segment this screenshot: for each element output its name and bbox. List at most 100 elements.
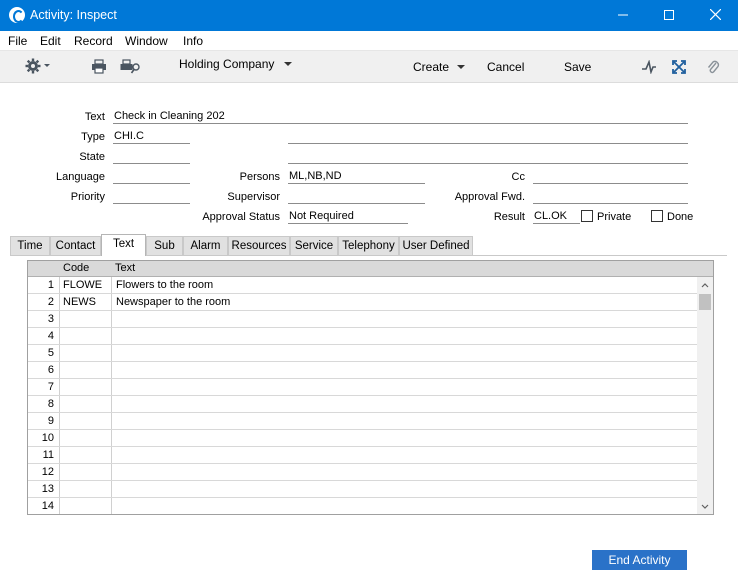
chevron-up-icon	[701, 283, 709, 288]
approval-status-label: Approval Status	[202, 211, 280, 223]
window-title: Activity: Inspect	[30, 8, 117, 22]
state-description-field[interactable]	[288, 150, 688, 164]
tab-time[interactable]: Time	[10, 236, 50, 255]
end-activity-button[interactable]: End Activity	[592, 550, 687, 570]
activity-graph-button[interactable]	[641, 59, 657, 77]
close-button[interactable]	[692, 0, 738, 31]
table-row[interactable]: 8	[28, 396, 697, 413]
menu-record[interactable]: Record	[74, 34, 113, 48]
table-row[interactable]: 12	[28, 464, 697, 481]
text-column-header[interactable]: Text	[115, 262, 135, 274]
tab-alarm[interactable]: Alarm	[183, 236, 228, 255]
row-number: 8	[47, 398, 54, 410]
menu-edit[interactable]: Edit	[40, 34, 61, 48]
menu-info[interactable]: Info	[183, 34, 203, 48]
row-number: 7	[47, 381, 54, 393]
chevron-down-icon	[457, 65, 466, 69]
language-field[interactable]	[113, 170, 190, 184]
approval-fwd-label: Approval Fwd.	[454, 191, 525, 203]
table-row[interactable]: 5	[28, 345, 697, 362]
row-number: 2	[47, 296, 54, 308]
scroll-up-button[interactable]	[697, 277, 713, 293]
chevron-down-icon	[283, 62, 292, 66]
table-row[interactable]: 11	[28, 447, 697, 464]
pulse-icon	[642, 59, 656, 75]
vertical-scrollbar[interactable]	[697, 277, 713, 514]
result-label: Result	[493, 211, 525, 223]
type-label: Type	[81, 131, 105, 143]
expand-icon	[672, 60, 686, 74]
menu-window[interactable]: Window	[125, 34, 168, 48]
maximize-button[interactable]	[646, 0, 692, 31]
approval-status-field[interactable]: Not Required	[288, 210, 408, 224]
tab-resources[interactable]: Resources	[228, 236, 290, 255]
activity-window: Activity: Inspect File Edit Record Windo…	[0, 0, 738, 586]
cc-field[interactable]	[533, 170, 688, 184]
state-field[interactable]	[113, 150, 190, 164]
tab-telephony[interactable]: Telephony	[338, 236, 399, 255]
row-text[interactable]: Newspaper to the room	[116, 296, 230, 308]
settings-button[interactable]	[25, 58, 51, 77]
company-label: Holding Company	[179, 57, 275, 71]
table-row[interactable]: 2 NEWS Newspaper to the room	[28, 294, 697, 311]
table-row[interactable]: 14	[28, 498, 697, 514]
menu-file[interactable]: File	[8, 34, 27, 48]
row-number: 1	[47, 279, 54, 291]
attachment-button[interactable]	[706, 59, 720, 78]
supervisor-field[interactable]	[288, 190, 425, 204]
print-button[interactable]	[91, 59, 107, 77]
minimize-button[interactable]	[600, 0, 646, 31]
close-icon	[709, 8, 721, 21]
text-field[interactable]: Check in Cleaning 202	[113, 110, 688, 124]
grid-header: Code Text	[28, 261, 713, 277]
cc-label: Cc	[511, 171, 525, 183]
toolbar: Holding Company Create Cancel Save	[0, 51, 738, 83]
type-description-field[interactable]	[288, 130, 688, 144]
state-label: State	[79, 151, 105, 163]
minimize-icon	[618, 14, 628, 16]
table-row[interactable]: 3	[28, 311, 697, 328]
persons-field[interactable]: ML,NB,ND	[288, 170, 425, 184]
paperclip-icon	[707, 60, 720, 74]
code-column-header[interactable]: Code	[63, 262, 89, 274]
approval-fwd-field[interactable]	[533, 190, 688, 204]
language-label: Language	[56, 171, 105, 183]
tab-user-defined[interactable]: User Defined	[399, 236, 473, 255]
result-field[interactable]: CL.OK	[533, 210, 580, 224]
create-label: Create	[413, 60, 450, 74]
create-button[interactable]: Create	[413, 60, 466, 74]
row-text[interactable]: Flowers to the room	[116, 279, 213, 291]
row-code[interactable]: NEWS	[63, 296, 96, 308]
table-row[interactable]: 6	[28, 362, 697, 379]
tab-sub[interactable]: Sub	[146, 236, 183, 255]
supervisor-label: Supervisor	[227, 191, 280, 203]
private-checkbox[interactable]	[581, 210, 593, 222]
row-code[interactable]: FLOWE	[63, 279, 102, 291]
print-preview-icon	[120, 59, 140, 74]
type-field[interactable]: CHI.C	[113, 130, 190, 144]
tab-contact[interactable]: Contact	[50, 236, 101, 255]
save-button[interactable]: Save	[564, 60, 591, 74]
priority-field[interactable]	[113, 190, 190, 204]
table-row[interactable]: 7	[28, 379, 697, 396]
table-row[interactable]: 9	[28, 413, 697, 430]
done-label: Done	[667, 211, 694, 223]
table-row[interactable]: 10	[28, 430, 697, 447]
row-number: 14	[41, 500, 54, 512]
tab-text[interactable]: Text	[101, 234, 146, 256]
row-number: 5	[47, 347, 54, 359]
done-checkbox[interactable]	[651, 210, 663, 222]
scroll-thumb[interactable]	[699, 294, 711, 310]
expand-button[interactable]	[672, 60, 686, 77]
chevron-down-icon	[701, 504, 709, 509]
table-row[interactable]: 4	[28, 328, 697, 345]
table-row[interactable]: 1 FLOWE Flowers to the room	[28, 277, 697, 294]
gear-icon	[25, 58, 50, 74]
print-preview-button[interactable]	[120, 59, 142, 77]
title-bar: Activity: Inspect	[0, 0, 738, 31]
company-selector[interactable]: Holding Company	[179, 57, 293, 71]
tab-service[interactable]: Service	[290, 236, 338, 255]
cancel-button[interactable]: Cancel	[487, 60, 524, 74]
table-row[interactable]: 13	[28, 481, 697, 498]
scroll-down-button[interactable]	[697, 499, 713, 514]
